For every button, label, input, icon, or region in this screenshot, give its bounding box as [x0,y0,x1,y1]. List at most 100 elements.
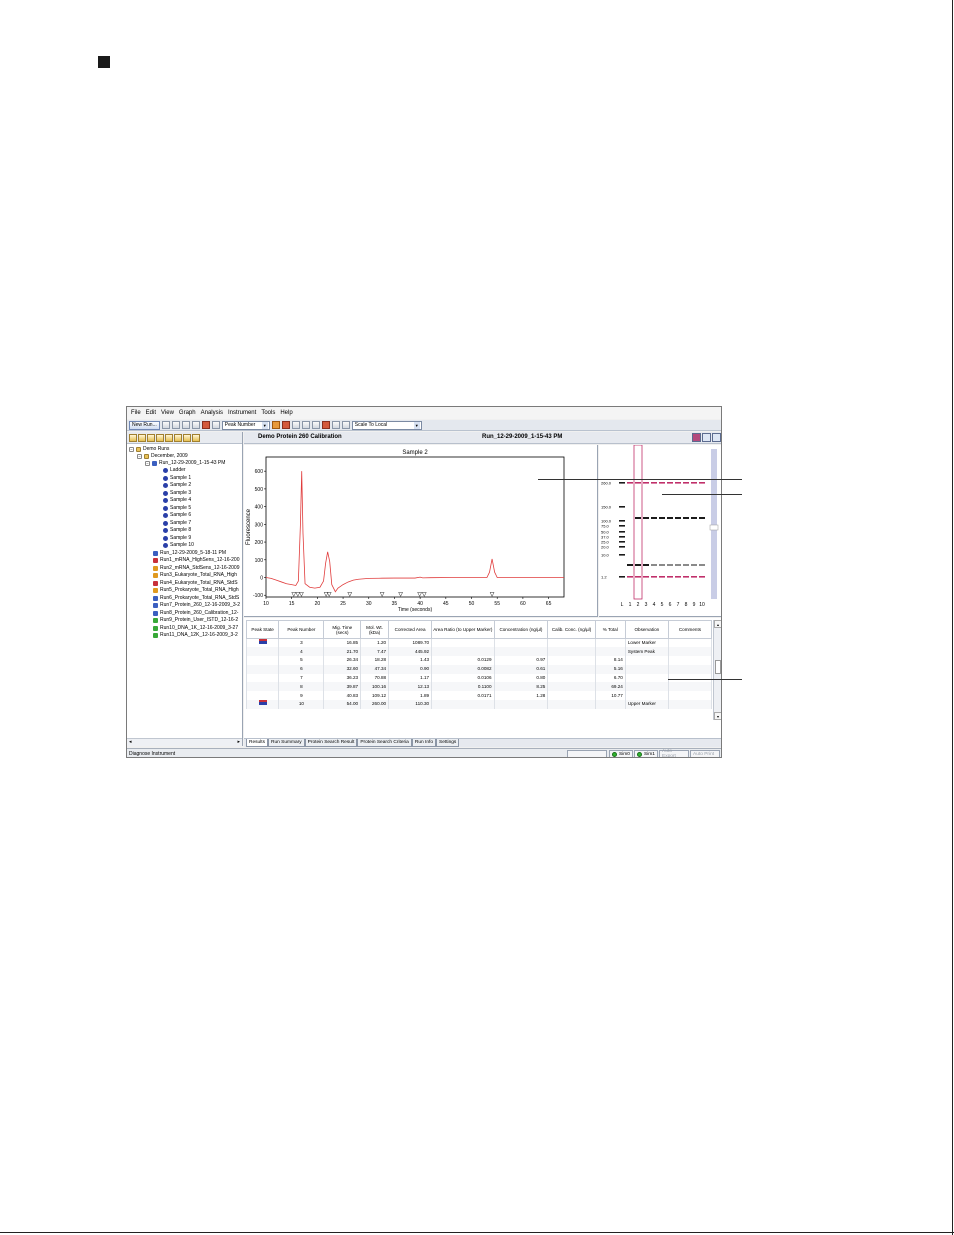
search-icon[interactable] [156,433,164,442]
lane-label[interactable]: 4 [653,602,656,608]
cell-comments[interactable] [667,700,713,709]
refresh-icon[interactable] [165,433,173,442]
tree-current-run[interactable]: − Run_12-29-2009_1-15-43 PM [145,460,225,467]
tab-results[interactable]: Results [246,739,268,747]
table-row[interactable]: 5 26.34 18.28 1.43 0.0129 0.97 8.14 [245,656,713,665]
menu-file[interactable]: File [131,410,141,416]
tree-run-item[interactable]: Run3_Eukaryote_Total_RNA_High [153,572,237,579]
peak-state-cell[interactable] [245,638,280,648]
collapse-icon[interactable]: − [145,461,150,466]
cell-comments[interactable] [667,638,713,648]
cell-comments[interactable] [667,691,713,701]
grid-icon[interactable] [183,433,191,442]
tree-sample-item[interactable]: Sample 3 [163,490,191,497]
lane-label[interactable]: 9 [693,602,696,608]
tree-run-item[interactable]: Run7_Protein_260_12-16-2009_3-2 [153,602,240,609]
lane-label[interactable]: 3 [645,602,648,608]
collapse-icon[interactable]: − [129,447,134,452]
report-icon[interactable] [201,421,210,429]
tree-sample-item[interactable]: Sample 8 [163,527,191,534]
peak-label-select[interactable]: Peak Number ▼ [221,420,270,430]
scroll-left-icon[interactable]: ◂ [129,739,132,746]
electropherogram[interactable]: Sample 2 -100 0 100 200 300 400 500 600 10 15 20 25 3… [244,445,598,617]
tree-horizontal-scrollbar[interactable]: ◂ ▸ [127,738,242,746]
scale-select[interactable]: Scale To Local ▼ [351,420,422,430]
scroll-right-icon[interactable]: ▸ [237,739,240,746]
tree-run-item[interactable]: Run2_mRNA_StdSens_12-16-2009 [153,565,240,572]
cell-comments[interactable] [667,664,713,674]
table-row[interactable]: 6 32.60 47.34 0.90 0.0082 0.61 5.16 [245,664,713,674]
col-calib-conc[interactable]: Calib. Conc. (ng/µl) [547,620,596,639]
sim1-status[interactable]: Sim1 [634,750,658,757]
lane-label[interactable]: 10 [699,602,705,608]
tab-protein-search-criteria[interactable]: Protein Search Criteria [357,739,412,747]
peak-marker[interactable] [421,592,427,597]
sim0-status[interactable]: Sim0 [609,750,633,757]
table-row[interactable]: 4 21.70 7.47 445.92 System Peak [245,647,713,657]
table-row[interactable]: 10 54.00 260.00 110.30 Upper Marker [245,700,713,709]
peak-marker[interactable] [295,592,301,597]
peak-marker[interactable] [379,592,385,597]
auto-export-status[interactable]: Auto Export [659,749,689,757]
tree-sample-item[interactable]: Sample 1 [163,475,191,482]
move-icon[interactable] [174,433,182,442]
lane-label[interactable]: 6 [669,602,672,608]
print-icon[interactable] [181,421,190,429]
lane-label[interactable]: L [621,602,624,608]
cell-comments[interactable] [667,656,713,665]
lane-label[interactable]: 7 [677,602,680,608]
tree-sample-item[interactable]: Sample 10 [163,542,194,549]
peak-state-cell[interactable] [245,682,280,692]
tree-sample-item[interactable]: Sample 2 [163,482,191,489]
tab-run-info[interactable]: Run Info [411,739,436,747]
scroll-up-icon[interactable]: ▴ [714,620,721,628]
tree-run-item[interactable]: Run1_mRNA_HighSens_12-16-200 [153,557,240,564]
col-peak-state[interactable]: Peak State [245,620,280,639]
open-folder-icon[interactable] [129,433,137,442]
menu-analysis[interactable]: Analysis [201,410,223,416]
tree-run-item[interactable]: Run8_Protein_260_Calibration_12- [153,610,238,617]
gel-slider-thumb[interactable] [709,524,719,531]
tree-run-item[interactable]: Run11_DNA_12K_12-16-2009_3-2 [153,632,238,639]
zoom-icon[interactable] [291,421,300,429]
chart-icon[interactable] [331,421,340,429]
peak-marker[interactable] [398,592,404,597]
peak-state-cell[interactable] [245,691,280,701]
col-corrected-area[interactable]: Corrected Area [388,620,433,639]
tree-run-item[interactable]: Run5_Prokaryote_Total_RNA_High [153,587,239,594]
col-comments[interactable]: Comments [667,620,713,639]
table-row[interactable]: 3 16.85 1.20 1089.70 Lower Marker [245,638,713,648]
tab-settings[interactable]: Settings [436,739,460,747]
menu-view[interactable]: View [161,410,174,416]
col-peak-number[interactable]: Peak Number [278,620,325,639]
integrate-icon[interactable] [271,421,280,429]
table-vertical-scrollbar[interactable]: ▴ ▾ [713,620,721,720]
peak-marker[interactable] [347,592,353,597]
scroll-down-icon[interactable]: ▾ [714,712,721,720]
col-mol-wt[interactable]: Mol. Wt. (kDa) [360,620,390,639]
table-row[interactable]: 9 40.83 109.12 1.89 0.0171 1.28 10.77 [245,691,713,701]
lane-label[interactable]: 1 [629,602,632,608]
col-mig-time[interactable]: Mig. Time (secs) [323,620,362,639]
tree-sample-item[interactable]: Sample 5 [163,505,191,512]
table-row[interactable]: 8 39.87 100.16 12.13 0.1100 8.25 69.24 [245,682,713,692]
tree-sample-item[interactable]: Sample 9 [163,535,191,542]
peak-state-cell[interactable] [245,656,280,665]
tab-run-summary[interactable]: Run Summary [268,739,305,747]
open-icon[interactable] [161,421,170,429]
table-view-icon[interactable] [712,433,721,442]
add-run-icon[interactable] [138,433,146,442]
list-icon[interactable] [192,433,200,442]
tree-sample-item[interactable]: Sample 6 [163,512,191,519]
tab-protein-search-result[interactable]: Protein Search Result [304,739,358,747]
lane-label[interactable]: 2 [637,602,640,608]
tree-sample-item[interactable]: Sample 7 [163,520,191,527]
tree-sample-item[interactable]: Ladder [163,467,186,474]
lane-label[interactable]: 5 [661,602,664,608]
peak-marker[interactable] [299,592,304,597]
menu-instrument[interactable]: Instrument [228,410,256,416]
tree-run-item[interactable]: Run_12-29-2009_5-18-11 PM [153,550,226,557]
scale-icon[interactable] [341,421,350,429]
peak-marker[interactable] [489,592,495,597]
col-percent-total[interactable]: % Total [594,620,626,639]
